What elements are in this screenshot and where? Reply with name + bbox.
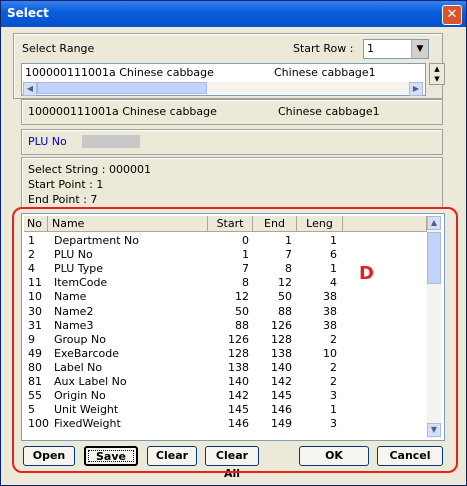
start-row-label: Start Row : <box>293 42 354 55</box>
field-value-box <box>82 135 140 148</box>
spin-up-icon[interactable]: ▲ <box>434 65 439 73</box>
current-item-panel: 100000111001a Chinese cabbage Chinese ca… <box>21 99 443 125</box>
field-selected-label: PLU No <box>28 135 67 148</box>
spin-down-icon[interactable]: ▼ <box>434 75 439 83</box>
select-string-text: Select String : 000001 <box>28 163 151 176</box>
scroll-right-icon[interactable]: ▶ <box>409 82 423 96</box>
range-listbox[interactable]: 100000111001a Chinese cabbage Chinese ca… <box>21 63 426 96</box>
start-row-value: 1 <box>367 42 374 55</box>
highlight-frame <box>12 207 458 473</box>
current-item-name: Chinese cabbage1 <box>278 105 380 118</box>
scroll-thumb[interactable] <box>37 82 207 94</box>
scroll-left-icon[interactable]: ◀ <box>23 82 37 96</box>
range-horizontal-scrollbar[interactable]: ◀ ▶ <box>23 82 423 96</box>
end-point-text: End Point : 7 <box>28 193 98 206</box>
close-icon: ✕ <box>446 7 458 22</box>
range-code: 100000111001a Chinese cabbage <box>25 66 214 79</box>
field-panel: PLU No <box>21 129 443 155</box>
select-range-label: Select Range <box>22 42 95 55</box>
current-item-code: 100000111001a Chinese cabbage <box>28 105 217 118</box>
window-title: Select <box>7 6 49 20</box>
chevron-down-icon[interactable]: ▼ <box>411 40 428 58</box>
title-bar[interactable]: Select ✕ <box>1 1 466 27</box>
select-dialog: Select ✕ Select Range Start Row : 1 ▼ 10… <box>0 0 467 486</box>
range-spinner[interactable]: ▲ ▼ <box>429 63 445 85</box>
info-panel: Select String : 000001 Start Point : 1 E… <box>21 157 443 209</box>
close-button[interactable]: ✕ <box>442 5 462 25</box>
range-name: Chinese cabbage1 <box>274 66 376 79</box>
start-row-select[interactable]: 1 ▼ <box>363 39 429 59</box>
start-point-text: Start Point : 1 <box>28 178 104 191</box>
